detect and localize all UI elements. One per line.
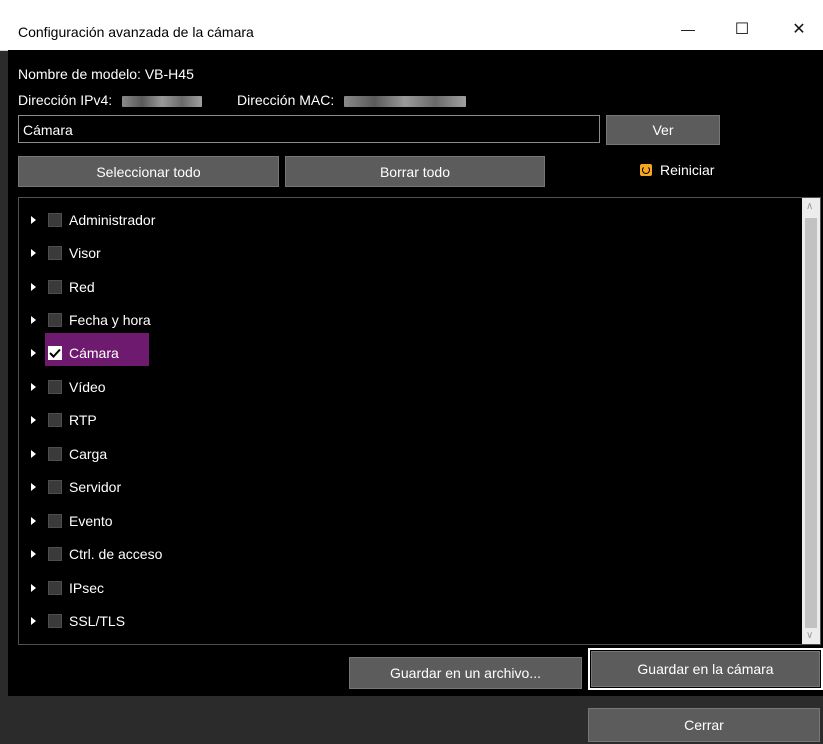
tree-item-label: Visor bbox=[69, 245, 101, 261]
tree-item-ipsec[interactable]: IPsec bbox=[19, 574, 104, 602]
checkbox[interactable] bbox=[48, 614, 62, 628]
view-button-label: Ver bbox=[652, 122, 674, 138]
clear-all-label: Borrar todo bbox=[379, 163, 451, 180]
vertical-scrollbar[interactable]: ∧ ∨ bbox=[802, 198, 820, 644]
expand-arrow-icon[interactable] bbox=[31, 216, 36, 224]
view-button[interactable]: Ver bbox=[606, 115, 720, 145]
restart-label: Reiniciar bbox=[660, 162, 715, 178]
tree-item-ssl-tls[interactable]: SSL/TLS bbox=[19, 607, 125, 635]
checkbox[interactable] bbox=[48, 213, 62, 227]
minimize-button[interactable]: — bbox=[666, 14, 710, 44]
tree-item-label: SSL/TLS bbox=[69, 613, 126, 629]
mac-label: Dirección MAC: bbox=[237, 92, 335, 108]
save-to-camera-button[interactable]: Guardar en la cámara bbox=[591, 651, 820, 687]
ipv4-label: Dirección IPv4: bbox=[18, 92, 113, 108]
checkbox[interactable] bbox=[48, 413, 62, 427]
tree-item-camara[interactable]: Cámara bbox=[19, 339, 119, 367]
close-icon: ✕ bbox=[792, 21, 806, 38]
filter-input[interactable]: Cámara bbox=[18, 115, 600, 143]
tree-item-label: Vídeo bbox=[69, 379, 106, 395]
save-to-camera-label: Guardar en la cámara bbox=[637, 661, 774, 677]
expand-arrow-icon[interactable] bbox=[31, 450, 36, 458]
tree-item-fecha-hora[interactable]: Fecha y hora bbox=[19, 306, 151, 334]
tree-item-carga[interactable]: Carga bbox=[19, 440, 107, 468]
checkbox[interactable] bbox=[48, 313, 62, 327]
tree-item-label: IPsec bbox=[69, 580, 105, 596]
ipv4-redacted bbox=[122, 95, 203, 107]
scroll-up-icon[interactable]: ∧ bbox=[806, 201, 813, 212]
model-value: VB-H45 bbox=[144, 66, 194, 82]
expand-arrow-icon[interactable] bbox=[31, 316, 36, 324]
checkbox[interactable] bbox=[48, 514, 62, 528]
mac-redacted bbox=[344, 95, 467, 107]
save-to-file-button[interactable]: Guardar en un archivo... bbox=[349, 657, 582, 689]
maximize-button[interactable]: ☐ bbox=[720, 14, 764, 44]
checkbox[interactable] bbox=[48, 246, 62, 260]
select-all-button[interactable]: Seleccionar todo bbox=[18, 156, 279, 187]
expand-arrow-icon[interactable] bbox=[31, 550, 36, 558]
checkbox[interactable] bbox=[48, 380, 62, 394]
tree-item-label: Servidor bbox=[69, 479, 122, 495]
select-all-label: Seleccionar todo bbox=[96, 163, 201, 180]
scroll-down-icon[interactable]: ∨ bbox=[806, 630, 813, 641]
close-button-label: Cerrar bbox=[684, 717, 724, 733]
maximize-icon: ☐ bbox=[734, 21, 750, 38]
save-to-file-label: Guardar en un archivo... bbox=[390, 665, 541, 681]
checkbox[interactable] bbox=[48, 480, 62, 494]
checkbox[interactable] bbox=[48, 547, 62, 561]
settings-tree[interactable]: Administrador Visor Red Fecha y hora Cám… bbox=[18, 197, 821, 645]
tree-item-label: Administrador bbox=[69, 212, 156, 228]
model-info: Nombre de modelo: VB-H45 bbox=[18, 66, 194, 82]
window-titlebar: Configuración avanzada de la cámara — ☐ … bbox=[0, 0, 823, 51]
tree-item-label: Carga bbox=[69, 446, 108, 462]
expand-arrow-icon[interactable] bbox=[31, 416, 36, 424]
tree-item-administrador[interactable]: Administrador bbox=[19, 206, 155, 234]
expand-arrow-icon[interactable] bbox=[31, 483, 36, 491]
checkbox[interactable] bbox=[48, 581, 62, 595]
tree-item-evento[interactable]: Evento bbox=[19, 507, 113, 535]
tree-item-rtp[interactable]: RTP bbox=[19, 406, 97, 434]
restart-icon bbox=[640, 164, 652, 176]
tree-item-label: RTP bbox=[69, 412, 97, 428]
tree-item-label: Fecha y hora bbox=[69, 312, 151, 328]
scrollbar-thumb[interactable] bbox=[805, 218, 817, 628]
tree-item-label: Ctrl. de acceso bbox=[69, 546, 163, 562]
clear-all-button[interactable]: Borrar todo bbox=[285, 156, 545, 187]
tree-item-visor[interactable]: Visor bbox=[19, 239, 101, 267]
restart-button[interactable]: Reiniciar bbox=[640, 162, 714, 178]
model-label: Nombre de modelo: bbox=[18, 66, 141, 82]
ipv4-info: Dirección IPv4: bbox=[18, 92, 203, 108]
close-button[interactable]: Cerrar bbox=[588, 708, 820, 742]
tree-item-servidor[interactable]: Servidor bbox=[19, 473, 121, 501]
tree-item-label: Evento bbox=[69, 513, 113, 529]
tree-item-video[interactable]: Vídeo bbox=[19, 373, 106, 401]
close-window-button[interactable]: ✕ bbox=[777, 14, 821, 44]
expand-arrow-icon[interactable] bbox=[31, 349, 36, 357]
window-title: Configuración avanzada de la cámara bbox=[18, 24, 254, 40]
expand-arrow-icon[interactable] bbox=[31, 617, 36, 625]
expand-arrow-icon[interactable] bbox=[31, 584, 36, 592]
tree-item-label: Cámara bbox=[69, 345, 119, 361]
tree-item-ctrl-acceso[interactable]: Ctrl. de acceso bbox=[19, 540, 162, 568]
expand-arrow-icon[interactable] bbox=[31, 517, 36, 525]
expand-arrow-icon[interactable] bbox=[31, 283, 36, 291]
checkbox[interactable] bbox=[48, 280, 62, 294]
checkbox-checked[interactable] bbox=[48, 346, 62, 360]
expand-arrow-icon[interactable] bbox=[31, 249, 36, 257]
tree-item-red[interactable]: Red bbox=[19, 273, 95, 301]
expand-arrow-icon[interactable] bbox=[31, 383, 36, 391]
mac-info: Dirección MAC: bbox=[237, 92, 467, 108]
checkbox[interactable] bbox=[48, 447, 62, 461]
minimize-icon: — bbox=[681, 21, 695, 37]
tree-item-label: Red bbox=[69, 279, 95, 295]
